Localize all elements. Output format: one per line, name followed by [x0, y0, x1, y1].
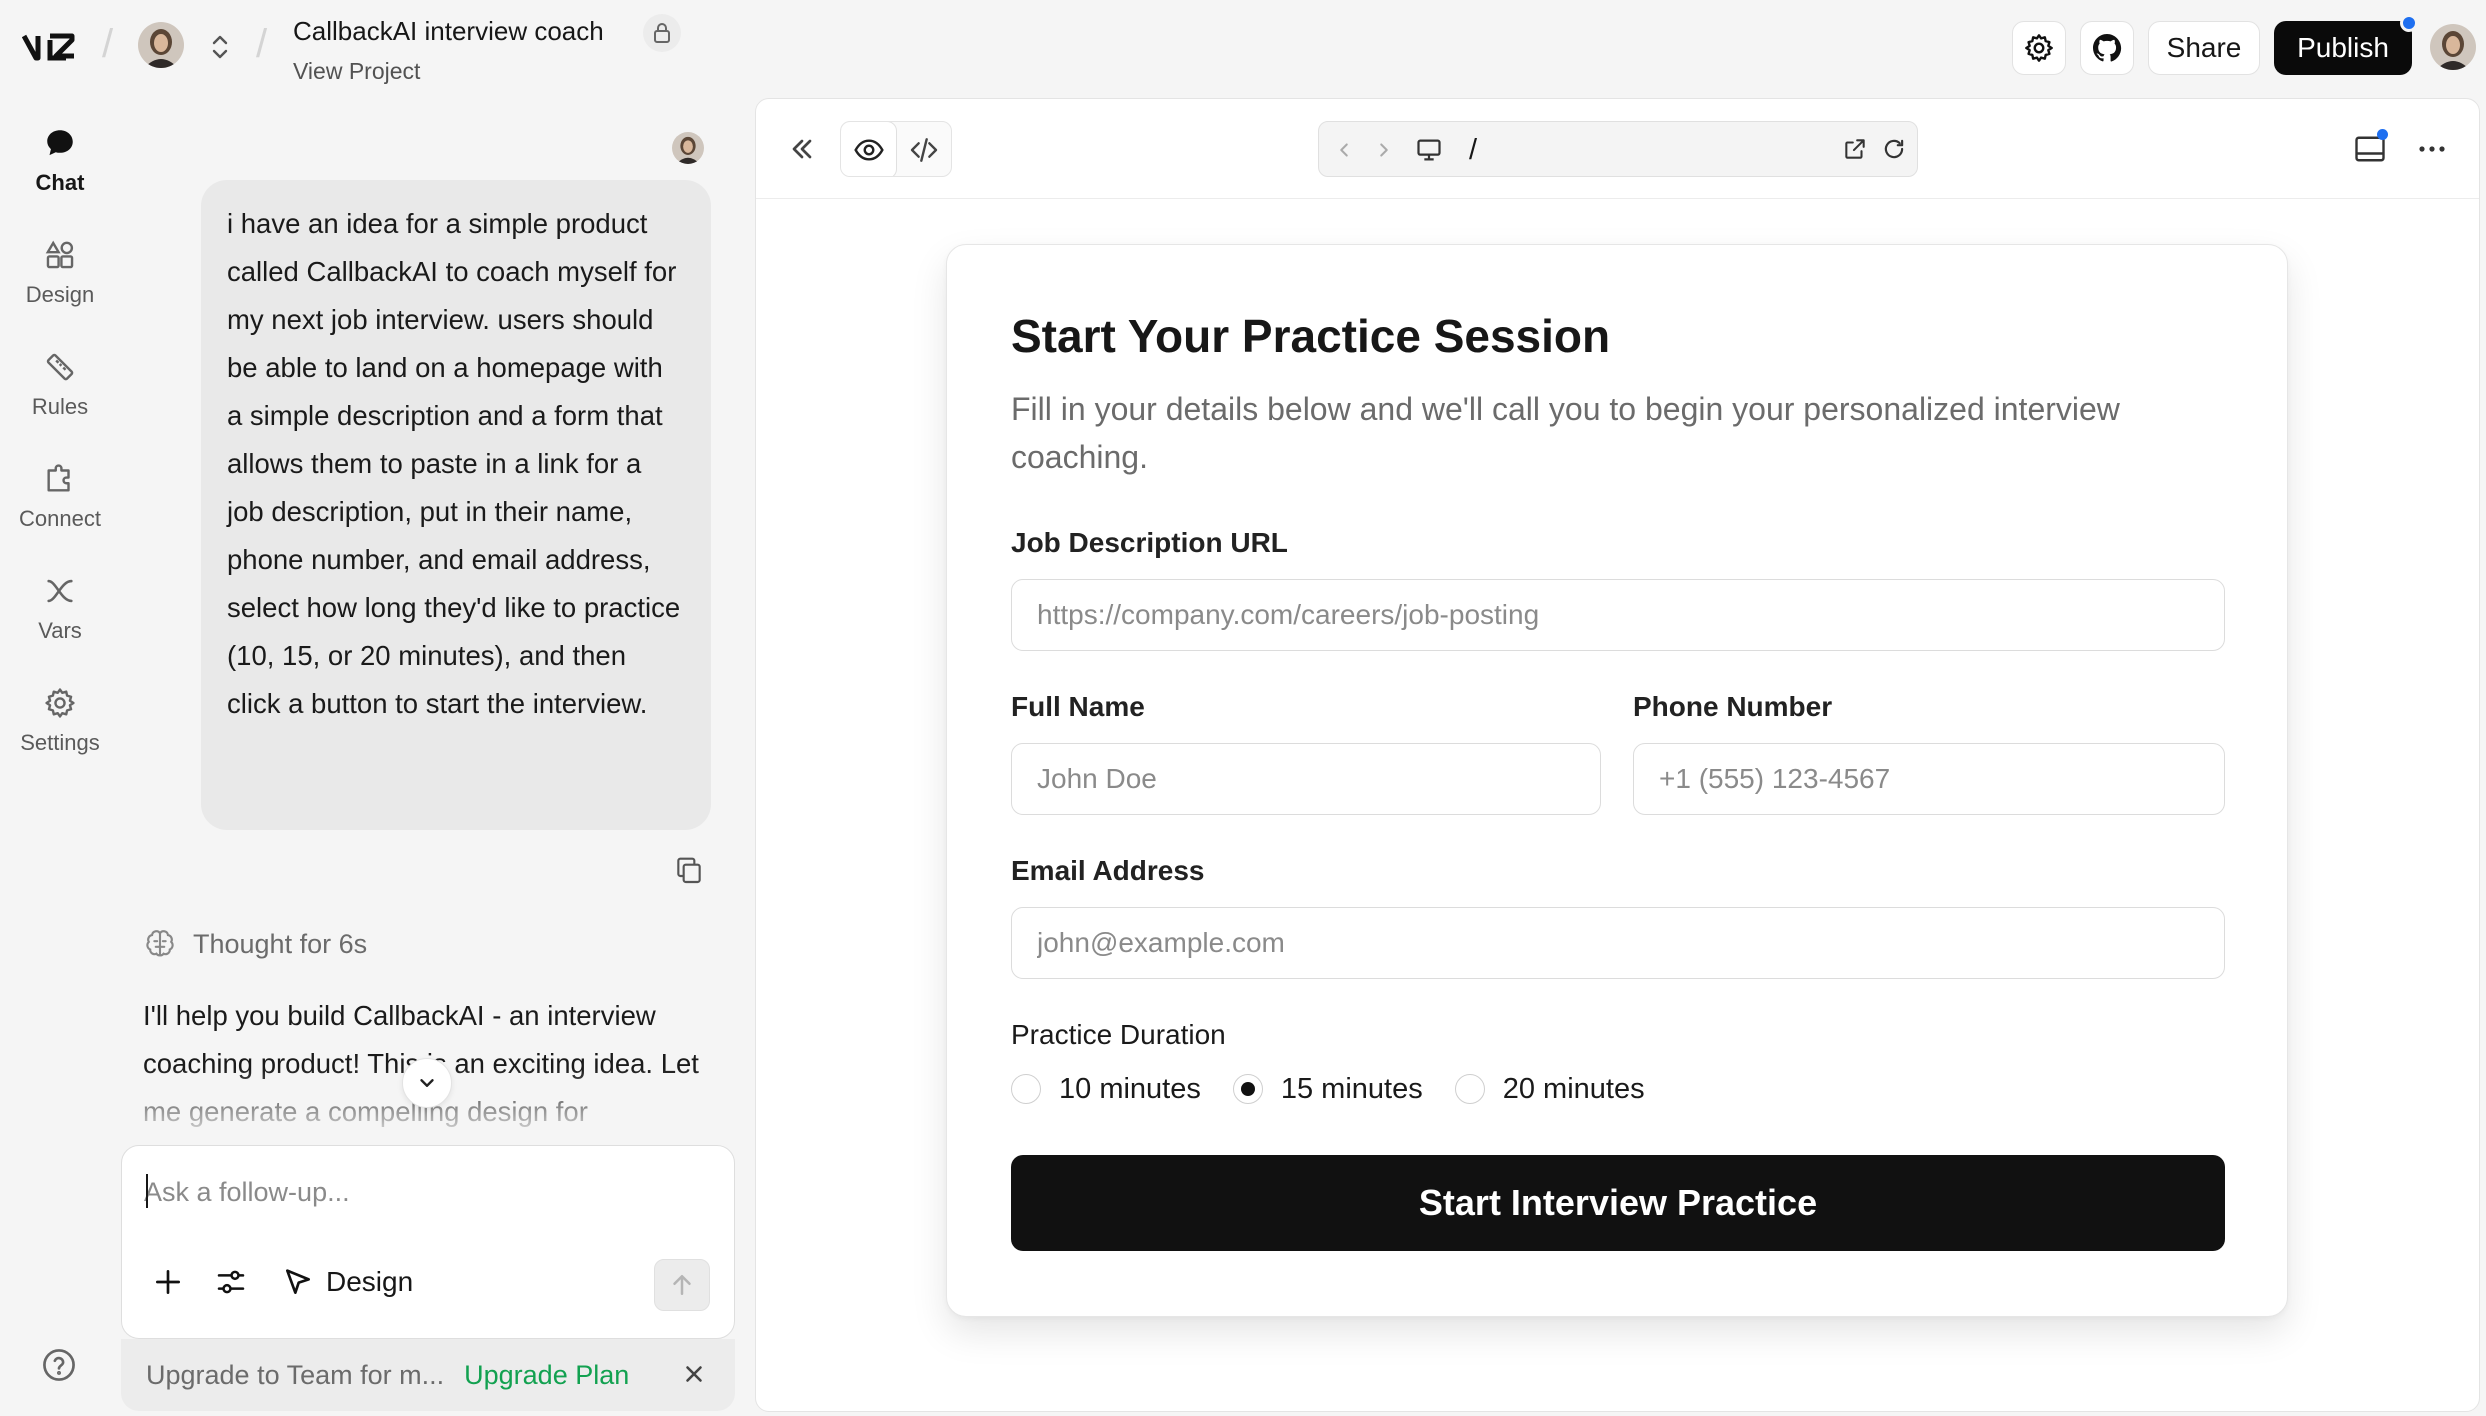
- breadcrumb-separator: /: [102, 22, 114, 66]
- message-avatar: [672, 132, 704, 164]
- more-options-icon[interactable]: [2414, 133, 2450, 165]
- view-mode-toggle: [840, 121, 952, 177]
- preview-eye-icon[interactable]: [841, 122, 896, 176]
- rail-label: Vars: [38, 618, 82, 643]
- view-project-link[interactable]: View Project: [293, 58, 420, 85]
- help-icon[interactable]: [40, 1346, 78, 1384]
- reload-icon[interactable]: [1881, 136, 1907, 162]
- rail-item-connect[interactable]: Connect: [0, 460, 120, 532]
- duration-radio-group: 10 minutes 15 minutes 20 minutes: [1011, 1071, 1677, 1107]
- radio-label: 10 minutes: [1059, 1072, 1201, 1105]
- thought-label: Thought for 6s: [193, 928, 368, 959]
- v0-logo-icon[interactable]: [22, 30, 80, 64]
- practice-session-form: Start Your Practice Session Fill in your…: [946, 244, 2288, 1317]
- follow-up-input[interactable]: [144, 1172, 704, 1212]
- close-icon[interactable]: [681, 1361, 707, 1387]
- duration-option-20[interactable]: 20 minutes: [1454, 1072, 1645, 1106]
- settings-button[interactable]: [2012, 21, 2066, 75]
- upgrade-plan-link[interactable]: Upgrade Plan: [464, 1360, 629, 1391]
- job-url-input[interactable]: [1011, 579, 2225, 651]
- github-icon: [2091, 32, 2123, 64]
- external-link-icon[interactable]: [1842, 136, 1868, 162]
- chat-bubble-icon: [41, 124, 79, 162]
- scroll-to-bottom-button[interactable]: [402, 1058, 452, 1108]
- phone-number-label: Phone Number: [1633, 691, 1833, 722]
- top-bar: / / CallbackAI interview coach View Proj…: [0, 0, 2486, 98]
- rail-label: Rules: [31, 394, 89, 419]
- gear-icon: [2023, 32, 2055, 64]
- send-button[interactable]: [654, 1259, 710, 1311]
- rail-item-chat[interactable]: Chat: [0, 124, 120, 196]
- user-message: i have an idea for a simple product call…: [201, 180, 711, 830]
- thought-indicator[interactable]: Thought for 6s: [143, 924, 367, 964]
- rail-label: Design: [25, 282, 95, 307]
- form-description: Fill in your details below and we'll cal…: [1011, 391, 2120, 475]
- rail-item-rules[interactable]: Rules: [0, 348, 120, 420]
- gear-icon: [41, 684, 79, 722]
- email-input[interactable]: [1011, 907, 2225, 979]
- share-button[interactable]: Share: [2148, 21, 2260, 75]
- chevron-right-icon[interactable]: [1373, 138, 1395, 162]
- cursor-arrow-icon: [282, 1266, 314, 1298]
- text-caret: [146, 1174, 148, 1208]
- puzzle-icon: [41, 460, 79, 498]
- radio-button[interactable]: [1011, 1074, 1041, 1104]
- design-mode-button[interactable]: Design: [282, 1262, 413, 1302]
- plus-icon[interactable]: [152, 1266, 184, 1298]
- chevron-up-down-icon[interactable]: [208, 32, 232, 62]
- preview-panel: / Start Your Practice Session Fill in yo…: [755, 98, 2480, 1412]
- preview-url-bar: /: [1318, 121, 1918, 177]
- phone-number-input[interactable]: [1633, 743, 2225, 815]
- publish-button[interactable]: Publish: [2274, 21, 2412, 75]
- variable-icon: [41, 572, 79, 610]
- radio-label: 20 minutes: [1502, 1072, 1645, 1105]
- notification-dot: [2377, 129, 2388, 140]
- rail-item-design[interactable]: Design: [0, 236, 120, 308]
- upgrade-banner: Upgrade to Team for m... Upgrade Plan: [121, 1339, 735, 1411]
- preview-toolbar: /: [756, 99, 2479, 199]
- job-url-label: Job Description URL: [1011, 527, 1288, 558]
- chevron-down-icon: [416, 1072, 438, 1094]
- chevron-left-icon[interactable]: [1333, 138, 1355, 162]
- notification-dot: [2400, 14, 2418, 32]
- url-path[interactable]: /: [1469, 134, 1477, 167]
- rail-item-settings[interactable]: Settings: [0, 684, 120, 756]
- copy-icon[interactable]: [673, 854, 705, 886]
- chat-composer: Design: [121, 1145, 735, 1339]
- form-title: Start Your Practice Session: [1011, 310, 1611, 362]
- code-icon[interactable]: [896, 122, 951, 176]
- ruler-icon: [41, 348, 79, 386]
- brain-icon: [143, 927, 177, 961]
- upgrade-text: Upgrade to Team for m...: [146, 1359, 445, 1390]
- design-shapes-icon: [41, 236, 79, 274]
- team-avatar[interactable]: [138, 22, 184, 68]
- radio-label: 15 minutes: [1280, 1072, 1423, 1105]
- radio-button-selected[interactable]: [1232, 1074, 1263, 1104]
- duration-option-15[interactable]: 15 minutes: [1232, 1072, 1423, 1106]
- duration-label: Practice Duration: [1011, 1019, 1226, 1050]
- start-interview-button[interactable]: Start Interview Practice: [1011, 1155, 2225, 1251]
- user-avatar[interactable]: [2430, 24, 2476, 70]
- radio-button[interactable]: [1454, 1074, 1485, 1104]
- sliders-icon[interactable]: [215, 1266, 247, 1298]
- project-title[interactable]: CallbackAI interview coach: [293, 16, 604, 47]
- rail-label: Chat: [35, 170, 85, 195]
- arrow-up-icon: [667, 1270, 697, 1300]
- duration-option-10[interactable]: 10 minutes: [1011, 1073, 1201, 1106]
- rail-label: Connect: [19, 506, 101, 531]
- design-mode-label: Design: [326, 1266, 414, 1297]
- collapse-chevrons-icon[interactable]: [786, 133, 818, 165]
- desktop-monitor-icon[interactable]: [1415, 136, 1443, 164]
- full-name-input[interactable]: [1011, 743, 1601, 815]
- lock-icon: [643, 14, 681, 52]
- rail-label: Settings: [20, 730, 100, 755]
- email-label: Email Address: [1011, 855, 1205, 886]
- github-button[interactable]: [2080, 21, 2134, 75]
- rail-item-vars[interactable]: Vars: [0, 572, 120, 644]
- breadcrumb-separator: /: [256, 22, 268, 66]
- full-name-label: Full Name: [1011, 691, 1145, 722]
